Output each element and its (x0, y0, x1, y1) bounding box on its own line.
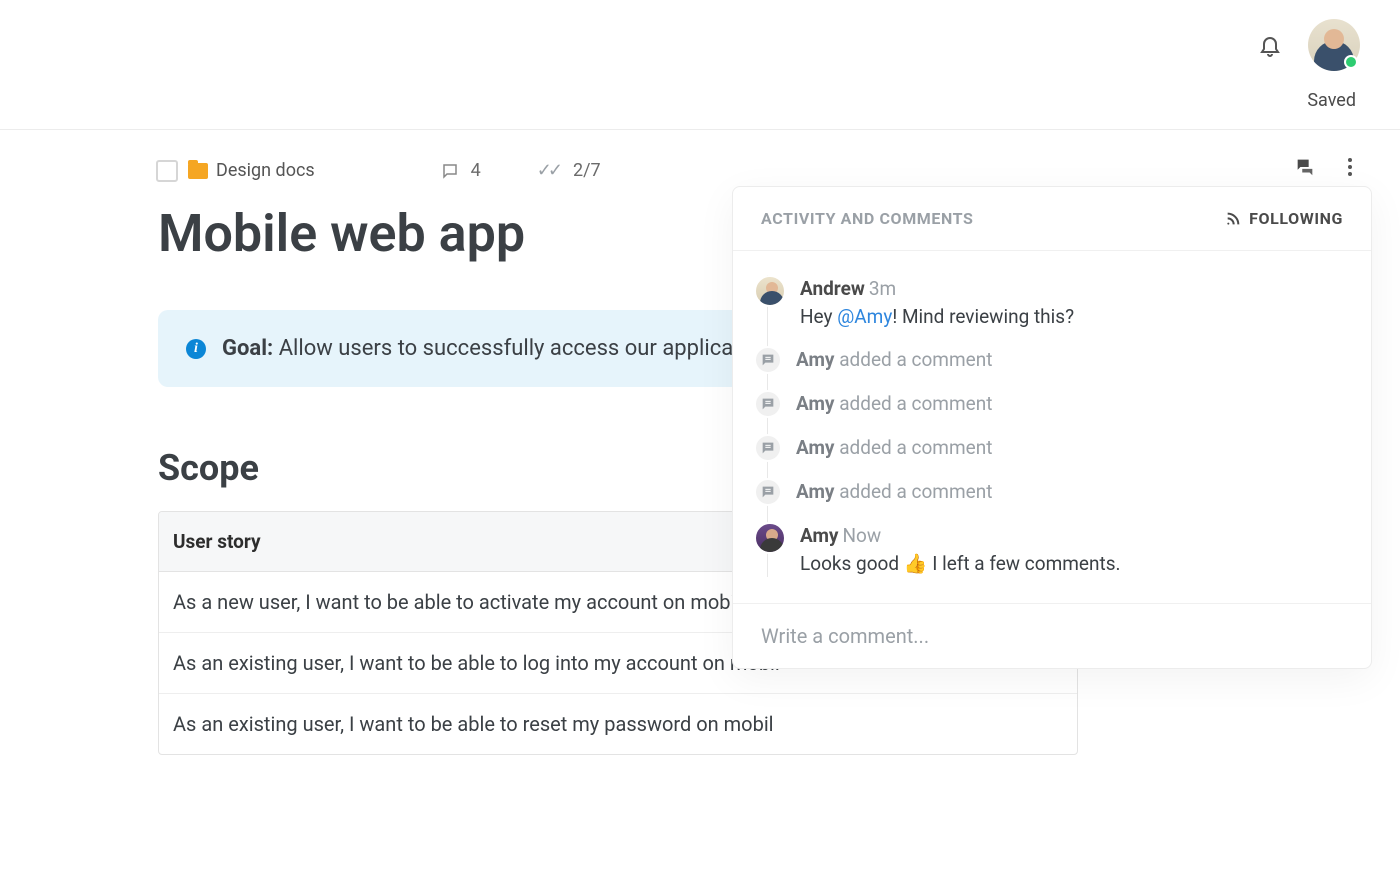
breadcrumb[interactable]: Design docs (216, 160, 315, 181)
more-menu-icon[interactable] (1344, 154, 1356, 180)
save-status-row: Saved (0, 90, 1400, 129)
activity-text: Amy added a comment (796, 346, 992, 374)
comments-title: ACTIVITY AND COMMENTS (761, 209, 974, 228)
activity-entry: Amy added a comment (754, 346, 1351, 374)
activity-entry: Amy added a comment (754, 390, 1351, 418)
goal-label: Goal: (222, 336, 273, 361)
comments-panel: ACTIVITY AND COMMENTS FOLLOWING Andrew3m… (732, 186, 1372, 669)
comment-input[interactable]: Write a comment... (733, 603, 1371, 668)
comment-entry: Andrew3mHey @Amy! Mind reviewing this? (754, 275, 1351, 330)
comments-toggle-icon[interactable] (1294, 156, 1316, 178)
tasks-progress: 2/7 (573, 160, 601, 181)
activity-entry: Amy added a comment (754, 434, 1351, 462)
comment-count: 4 (471, 160, 481, 181)
user-avatar[interactable] (1308, 19, 1360, 71)
table-row[interactable]: As an existing user, I want to be able t… (159, 694, 1077, 754)
tasks-progress-icon: ✓✓ (537, 160, 559, 181)
save-status: Saved (1307, 90, 1356, 111)
comments-body: Andrew3mHey @Amy! Mind reviewing this? Am… (733, 251, 1371, 603)
comment-text: AmyNowLooks good 👍 I left a few comments… (800, 522, 1121, 577)
commenter-avatar (754, 522, 786, 554)
activity-comment-icon (754, 346, 782, 374)
document-controls (1294, 154, 1356, 180)
comment-text: Andrew3mHey @Amy! Mind reviewing this? (800, 275, 1074, 330)
activity-text: Amy added a comment (796, 478, 992, 506)
activity-text: Amy added a comment (796, 390, 992, 418)
commenter-avatar (754, 275, 786, 307)
presence-indicator (1344, 55, 1358, 69)
folder-icon (188, 163, 208, 179)
activity-text: Amy added a comment (796, 434, 992, 462)
comment-count-icon[interactable] (441, 162, 459, 180)
following-label: FOLLOWING (1249, 209, 1343, 228)
activity-comment-icon (754, 478, 782, 506)
top-bar (0, 0, 1400, 90)
document-content: Design docs 4 ✓✓ 2/7 Mobile web app i Go… (0, 130, 1400, 755)
activity-comment-icon (754, 434, 782, 462)
notifications-icon[interactable] (1258, 33, 1282, 57)
rss-icon (1225, 211, 1241, 227)
mention[interactable]: @Amy (837, 305, 892, 328)
goal-body: Allow users to successfully access our a… (279, 336, 771, 361)
document-icon (158, 162, 176, 180)
activity-comment-icon (754, 390, 782, 418)
following-toggle[interactable]: FOLLOWING (1225, 209, 1343, 228)
info-icon: i (186, 339, 206, 359)
comments-header: ACTIVITY AND COMMENTS FOLLOWING (733, 187, 1371, 251)
comment-entry: AmyNowLooks good 👍 I left a few comments… (754, 522, 1351, 577)
activity-entry: Amy added a comment (754, 478, 1351, 506)
breadcrumb-row: Design docs 4 ✓✓ 2/7 (158, 160, 1400, 181)
goal-text: Goal: Allow users to successfully access… (222, 336, 770, 361)
